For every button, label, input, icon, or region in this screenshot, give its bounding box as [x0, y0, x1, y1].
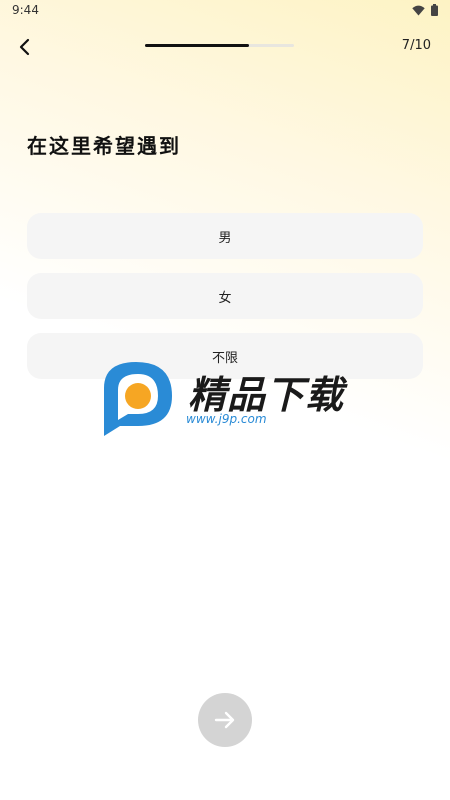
watermark: 精品下载 www.j9p.com: [98, 358, 358, 448]
progress-fill: [145, 44, 250, 47]
wifi-icon: [412, 5, 425, 15]
arrow-right-icon: [214, 711, 235, 729]
watermark-url: www.j9p.com: [186, 412, 267, 426]
chevron-left-icon: [19, 38, 30, 56]
option-male[interactable]: 男: [27, 213, 423, 259]
option-label: 女: [218, 290, 232, 306]
status-icons: [412, 4, 438, 16]
status-bar: 9:44: [0, 0, 450, 22]
status-time: 9:44: [12, 3, 39, 17]
progress-bar: [145, 44, 294, 47]
watermark-text: 精品下载: [188, 373, 345, 417]
back-button[interactable]: [12, 34, 38, 60]
watermark-logo-icon: [104, 362, 172, 436]
option-label: 男: [218, 230, 232, 246]
step-counter: 7/10: [401, 38, 431, 53]
page-title: 在这里希望遇到: [27, 134, 181, 158]
option-female[interactable]: 女: [27, 273, 423, 319]
battery-icon: [431, 4, 438, 16]
next-button[interactable]: [198, 693, 252, 747]
